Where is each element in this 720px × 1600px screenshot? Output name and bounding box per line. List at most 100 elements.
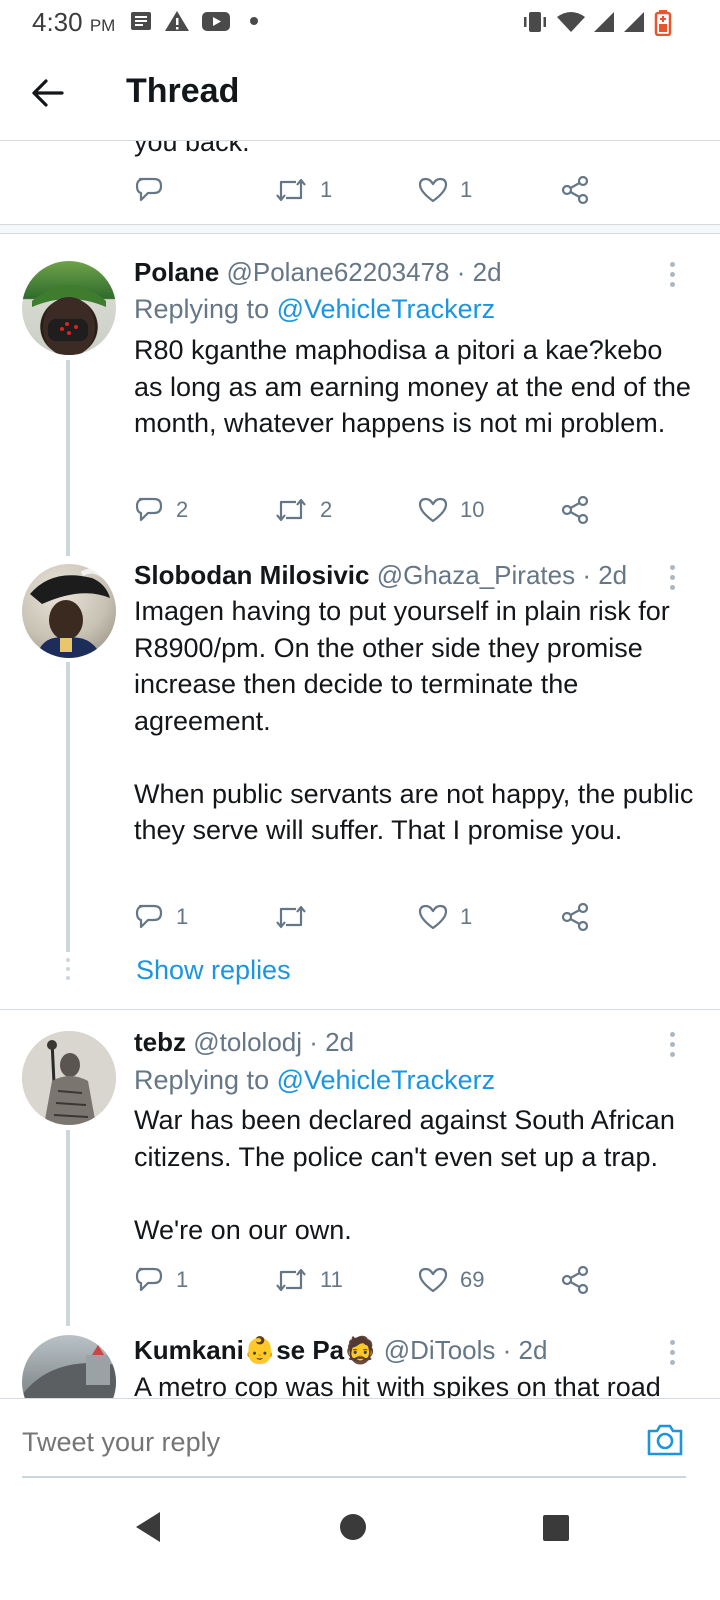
avatar[interactable] [22, 261, 116, 355]
divider [0, 1009, 720, 1010]
retweet-icon [276, 905, 306, 929]
show-replies-link[interactable]: Show replies [136, 955, 291, 986]
retweet-button[interactable] [274, 900, 320, 934]
notification-dot-icon [250, 17, 258, 25]
partial-tweet-actions: 1 1 [134, 173, 604, 207]
handle: @tololodj · 2d [193, 1027, 355, 1057]
signal-icon-2 [624, 12, 644, 32]
share-icon [561, 1265, 589, 1295]
app-header: Thread [0, 46, 720, 141]
thread-connector [66, 360, 70, 556]
more-options-icon[interactable] [670, 565, 676, 595]
reply-composer [0, 1398, 720, 1503]
back-nav-icon[interactable] [132, 1510, 164, 1544]
reply-icon [135, 497, 163, 522]
like-count: 1 [460, 904, 473, 929]
camera-icon[interactable] [646, 1422, 684, 1458]
like-button[interactable]: 69 [418, 1263, 484, 1297]
vibrate-icon [524, 12, 546, 32]
reply-button[interactable]: 1 [134, 1263, 188, 1297]
clock: 4:30 PM [32, 7, 116, 37]
thread-connector [66, 1130, 70, 1326]
share-button[interactable] [560, 1263, 590, 1297]
home-nav-icon[interactable] [338, 1512, 368, 1542]
warning-icon [165, 11, 189, 31]
battery-icon [654, 10, 672, 36]
heart-icon [418, 904, 448, 930]
youtube-icon [202, 12, 230, 31]
share-icon [561, 902, 589, 932]
share-button[interactable] [560, 900, 590, 934]
wifi-icon [557, 12, 585, 32]
thread-connector [66, 662, 70, 952]
reply-button[interactable]: 2 [134, 493, 188, 527]
tweet-actions: 1 11 69 [134, 1263, 604, 1297]
tweet-reply-input[interactable] [22, 1427, 582, 1458]
like-button[interactable]: 1 [418, 173, 472, 207]
retweet-button[interactable]: 11 [274, 1263, 343, 1297]
retweet-icon [276, 498, 306, 522]
replying-to: Replying to @VehicleTrackerz [134, 294, 496, 324]
share-icon [561, 495, 589, 525]
tweet-text: Imagen having to put yourself in plain r… [134, 596, 694, 845]
man-emoji: 🧔 [344, 1335, 377, 1365]
like-button[interactable]: 10 [418, 493, 484, 527]
avatar[interactable] [22, 1031, 116, 1125]
reply-button[interactable]: 1 [134, 900, 188, 934]
tweet-header: tebz @tololodj · 2d [134, 1027, 354, 1058]
retweet-button[interactable]: 2 [274, 493, 332, 527]
handle: @Polane62203478 · 2d [226, 257, 502, 287]
more-options-icon[interactable] [670, 262, 676, 292]
section-separator [0, 224, 720, 234]
handle: @DiTools · 2d [383, 1335, 548, 1365]
retweet-count: 11 [320, 1267, 343, 1292]
share-button[interactable] [560, 173, 590, 207]
avatar-image [30, 568, 110, 658]
more-options-icon[interactable] [670, 1340, 676, 1370]
tweet-actions: 2 2 10 [134, 493, 604, 527]
mention-link[interactable]: @VehicleTrackerz [277, 1065, 495, 1095]
retweet-button[interactable]: 1 [274, 173, 332, 207]
thread-feed[interactable]: you back. 1 1 Polane @Polane62203478 · 2… [0, 140, 720, 1425]
avatar-image [32, 285, 106, 355]
more-options-icon[interactable] [670, 1032, 676, 1062]
reply-icon [135, 177, 163, 202]
retweet-count: 2 [320, 497, 333, 522]
more-replies-dots [66, 958, 70, 985]
replying-to: Replying to @VehicleTrackerz [134, 1065, 496, 1095]
retweet-icon [276, 178, 306, 202]
display-name[interactable]: Polane [134, 257, 219, 287]
reply-icon [135, 904, 163, 929]
tweet-header: Slobodan Milosivic @Ghaza_Pirates · 2d [134, 560, 627, 591]
share-button[interactable] [560, 493, 590, 527]
mention-link[interactable]: @VehicleTrackerz [277, 294, 495, 324]
display-name[interactable]: Slobodan Milosivic [134, 560, 369, 590]
display-name[interactable]: Kumkani👶se Pa🧔 [134, 1335, 377, 1365]
baby-emoji: 👶 [243, 1335, 277, 1365]
handle: @Ghaza_Pirates · 2d [376, 560, 628, 590]
share-icon [561, 175, 589, 205]
like-count: 1 [460, 177, 473, 202]
like-count: 10 [460, 497, 485, 522]
heart-icon [418, 177, 448, 203]
recents-nav-icon[interactable] [541, 1513, 571, 1543]
heart-icon [418, 1267, 448, 1293]
retweet-count: 1 [320, 177, 333, 202]
avatar-image [22, 1031, 116, 1125]
system-nav-bar [0, 1502, 720, 1600]
avatar[interactable] [22, 564, 116, 658]
back-arrow-icon[interactable] [30, 76, 66, 110]
like-button[interactable]: 1 [418, 900, 472, 934]
reply-button[interactable] [134, 173, 164, 207]
display-name[interactable]: tebz [134, 1027, 186, 1057]
signal-icon [594, 12, 614, 32]
tweet-text: War has been declared against South Afri… [134, 1105, 675, 1245]
heart-icon [418, 497, 448, 523]
partial-tweet-text: you back. [134, 140, 250, 157]
retweet-icon [276, 1268, 306, 1292]
reply-count: 2 [176, 497, 189, 522]
reply-count: 1 [176, 1267, 189, 1292]
tweet-header: Polane @Polane62203478 · 2d [134, 257, 502, 288]
tweet-text: R80 kganthe maphodisa a pitori a kae?keb… [134, 335, 699, 438]
tweet-actions: 1 1 [134, 900, 604, 934]
